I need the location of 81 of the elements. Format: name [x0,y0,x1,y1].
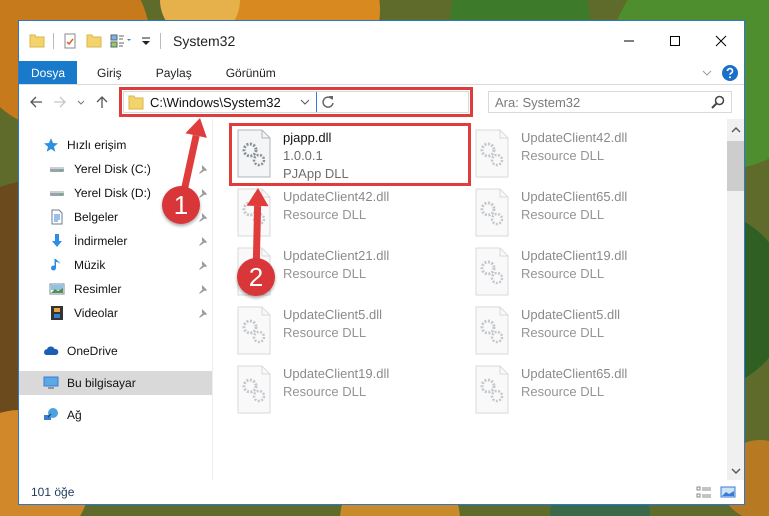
details-view-icon[interactable] [696,485,712,499]
file-detail: Resource DLL [521,147,606,165]
ribbon-tab[interactable]: Dosya [19,61,78,84]
file-gears-icon [475,188,509,237]
pin-icon[interactable] [198,236,208,246]
network-icon [43,407,59,423]
image-icon [49,281,65,297]
back-arrow-icon[interactable] [29,95,43,109]
file-detail: Resource DLL [283,324,368,342]
file-name: UpdateClient65.dll [521,365,628,383]
file-detail: Resource DLL [521,206,606,224]
file-detail: Resource DLL [521,383,606,401]
file-name: UpdateClient5.dll [521,306,620,324]
properties-icon[interactable] [62,33,78,49]
drive-icon [49,166,65,172]
close-icon[interactable] [715,35,727,47]
maximize-icon[interactable] [669,35,681,47]
window-title: System32 [173,33,236,49]
view-icon[interactable] [110,33,132,49]
file-name: UpdateClient65.dll [521,188,628,206]
file-name: UpdateClient42.dll [521,129,628,147]
recent-locations-icon[interactable] [77,100,85,104]
file-item[interactable]: pjapp.dll 1.0.0.1 PJApp DLL [231,125,469,184]
search-icon[interactable] [711,95,725,109]
file-gears-icon [237,306,271,355]
pin-icon[interactable] [198,188,208,198]
file-gears-icon [475,306,509,355]
sidebar-item[interactable]: OneDrive [19,339,212,363]
large-icons-view-icon[interactable] [720,485,736,499]
file-detail: Resource DLL [521,265,606,283]
drive-icon [49,190,65,196]
sidebar-item[interactable]: İndirmeler [19,229,212,253]
film-icon [49,305,65,321]
refresh-icon[interactable] [320,95,334,109]
up-arrow-icon[interactable] [95,95,109,109]
file-gears-icon [237,129,271,178]
sidebar-item[interactable]: Yerel Disk (C:) [19,157,212,181]
sidebar-item[interactable]: Resimler [19,277,212,301]
pin-icon[interactable] [198,260,208,270]
dropdown-caret-icon[interactable] [300,99,310,105]
sidebar-item[interactable]: Müzik [19,253,212,277]
scroll-down-icon[interactable] [730,468,740,474]
file-gears-icon [475,247,509,296]
ribbon-tab[interactable]: Paylaş [142,61,206,84]
document-icon [49,209,65,225]
file-name: UpdateClient19.dll [283,365,390,383]
ribbon-tab[interactable]: Giriş [83,61,136,84]
file-detail: PJApp DLL [283,165,349,183]
star-icon [43,137,59,153]
expand-ribbon-icon[interactable] [702,68,712,78]
customize-toolbar-icon[interactable] [140,35,152,47]
sidebar-item[interactable]: Bu bilgisayar [19,371,212,395]
scroll-up-icon[interactable] [730,127,740,133]
pin-icon[interactable] [198,164,208,174]
pin-icon[interactable] [198,308,208,318]
sidebar-item[interactable]: Ağ [19,403,212,427]
file-detail: Resource DLL [283,206,368,224]
download-arrow-icon [49,233,65,249]
file-name: UpdateClient42.dll [283,188,390,206]
file-gears-icon [475,365,509,414]
file-detail: Resource DLL [283,265,368,283]
file-name: pjapp.dll [283,129,332,147]
sidebar-item[interactable]: Videolar [19,301,212,325]
sidebar-item[interactable]: Hızlı erişim [19,133,212,157]
pin-icon[interactable] [198,212,208,222]
file-name: UpdateClient19.dll [521,247,628,265]
file-name: UpdateClient21.dll [283,247,390,265]
file-detail: Resource DLL [283,383,368,401]
item-count: 101 öğe [31,485,76,499]
scrollbar-thumb[interactable] [727,141,744,191]
file-gears-icon [475,129,509,178]
folder-icon [128,94,144,110]
pin-icon[interactable] [198,284,208,294]
file-name: UpdateClient5.dll [283,306,382,324]
file-detail: Resource DLL [521,324,606,342]
monitor-icon [43,375,59,391]
file-detail: 1.0.0.1 [283,147,324,165]
ribbon-tab[interactable]: Görünüm [212,61,290,84]
search-field[interactable]: Ara: System32 [488,91,732,113]
file-gears-icon [237,365,271,414]
help-icon[interactable] [722,64,738,80]
